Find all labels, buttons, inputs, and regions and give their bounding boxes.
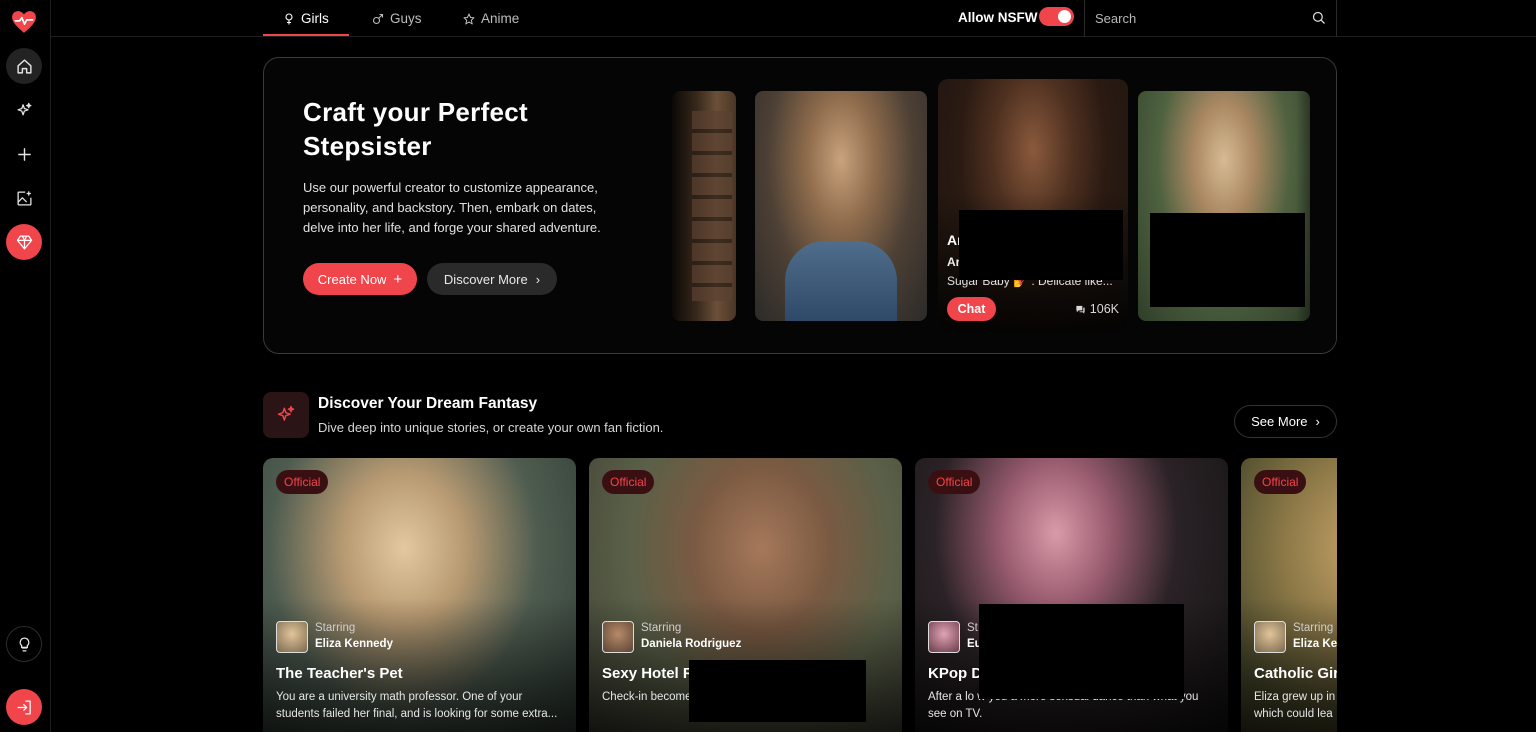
story-card[interactable]: Official Starring Eliza Kennedy The Teac…: [263, 458, 576, 732]
featured-character-card[interactable]: Ar Ar Sugar Baby 💅 : Delicate like... Ch…: [938, 79, 1128, 332]
hero-description: Use our powerful creator to customize ap…: [303, 180, 601, 235]
avatar: [1254, 621, 1286, 653]
tab-guys[interactable]: Guys: [372, 0, 422, 37]
hero-title: Craft your Perfect Stepsister: [303, 97, 529, 161]
sparkles-icon: [263, 392, 309, 438]
tab-label: Guys: [390, 11, 422, 26]
chevron-right-icon: ›: [1315, 414, 1320, 429]
starring-label: St: [967, 622, 978, 634]
story-description: Eliza grew up in which could lea: [1254, 691, 1336, 720]
home-icon[interactable]: [6, 48, 42, 84]
sidebar: [0, 0, 51, 732]
story-description: You are a university math professor. One…: [276, 691, 558, 720]
starring-label: Starring: [1293, 622, 1334, 634]
sparkles-icon[interactable]: [6, 92, 42, 128]
heart-pulse-logo-icon[interactable]: [11, 10, 37, 34]
bulb-icon[interactable]: [6, 626, 42, 662]
official-badge: Official: [276, 470, 329, 494]
redaction-box: [689, 660, 866, 722]
hero-banner: Craft your Perfect Stepsister Use our po…: [263, 57, 1337, 354]
discover-more-label: Discover More: [443, 271, 528, 287]
image-edit-icon[interactable]: [6, 180, 42, 216]
redaction-box: [959, 210, 1123, 280]
tab-anime[interactable]: Anime: [463, 0, 519, 37]
tab-label: Anime: [481, 11, 520, 26]
chat-button[interactable]: Chat: [947, 297, 996, 321]
search-icon[interactable]: [1311, 10, 1326, 25]
star-icon: [463, 13, 475, 24]
tab-label: Girls: [301, 11, 329, 26]
story-title: KPop D: [928, 665, 983, 682]
discover-more-button[interactable]: Discover More ›: [427, 263, 557, 295]
chat-count-value: 106K: [1089, 302, 1119, 316]
gem-icon[interactable]: [6, 224, 42, 260]
character-image[interactable]: [1138, 91, 1310, 321]
redaction-box: [979, 604, 1184, 699]
chevron-right-icon: ›: [535, 271, 541, 287]
starring-name: Eliza Kennedy: [315, 638, 393, 650]
redaction-box: [1150, 213, 1305, 307]
chat-count: 106K: [1075, 302, 1119, 316]
story-carousel: Official Starring Eliza Kennedy The Teac…: [263, 458, 1337, 732]
official-badge: Official: [602, 470, 655, 494]
search-box: [1084, 0, 1337, 37]
login-icon[interactable]: [6, 689, 42, 725]
male-icon: [372, 13, 384, 24]
carousel-fade: [1296, 58, 1336, 353]
create-now-label: Create Now: [317, 271, 387, 287]
top-bar: Girls Guys Anime Allow NSFW: [51, 0, 1536, 37]
plus-icon: +: [393, 270, 403, 288]
toggle-knob: [1058, 10, 1071, 23]
official-badge: Official: [1254, 470, 1307, 494]
section-subtitle: Dive deep into unique stories, or create…: [318, 420, 664, 435]
see-more-label: See More: [1251, 414, 1308, 429]
character-image[interactable]: [672, 91, 736, 321]
create-now-button[interactable]: Create Now +: [303, 263, 417, 295]
story-card[interactable]: Official Starring Daniela Rodriguez Sexy…: [589, 458, 902, 732]
story-title: Catholic Girl: [1254, 665, 1337, 682]
chat-bubble-icon: [1076, 305, 1085, 314]
nsfw-toggle[interactable]: [1039, 7, 1074, 26]
active-tab-indicator: [263, 34, 349, 36]
avatar: [928, 621, 960, 653]
starring-label: Starring: [315, 622, 356, 634]
story-card[interactable]: Official St Eu KPop D After a lo w you a…: [915, 458, 1228, 732]
official-badge: Official: [928, 470, 981, 494]
search-input[interactable]: [1095, 9, 1295, 27]
avatar: [276, 621, 308, 653]
female-icon: [285, 12, 293, 24]
see-more-button[interactable]: See More ›: [1234, 405, 1337, 438]
tab-girls[interactable]: Girls: [283, 0, 329, 37]
avatar: [602, 621, 634, 653]
section-title: Discover Your Dream Fantasy: [318, 395, 538, 412]
story-card[interactable]: Official Starring Eliza Ke Catholic Girl…: [1241, 458, 1337, 732]
starring-label: Starring: [641, 622, 682, 634]
starring-name: Eliza Ke: [1293, 638, 1337, 650]
starring-name: Daniela Rodriguez: [641, 638, 742, 650]
nsfw-label: Allow NSFW: [958, 10, 1038, 25]
plus-icon[interactable]: [6, 136, 42, 172]
story-title: Sexy Hotel Re: [602, 665, 703, 682]
character-image[interactable]: [755, 91, 927, 321]
story-title: The Teacher's Pet: [276, 665, 403, 682]
